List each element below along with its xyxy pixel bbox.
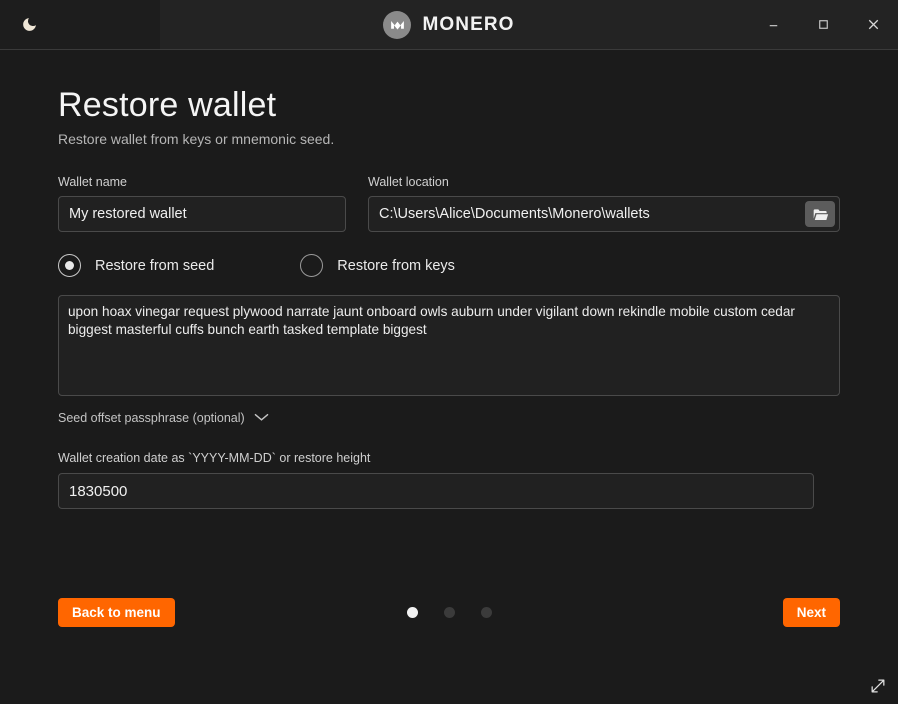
seed-phrase-textarea[interactable]: upon hoax vinegar request plywood narrat… [58,295,840,396]
radio-seed-mark [58,254,81,277]
monero-logo-icon [383,10,412,39]
wallet-name-label: Wallet name [58,175,128,189]
pager-dot-1[interactable] [406,607,418,618]
wallet-fields-row: Wallet name My restored wallet Wallet lo… [58,175,840,232]
close-icon[interactable] [848,0,898,49]
pager-dot-3[interactable] [480,607,492,618]
window-controls [748,0,898,49]
chevron-down-icon [254,409,269,427]
moon-icon[interactable] [14,10,44,40]
radio-seed-label: Restore from seed [95,257,215,274]
folder-open-icon[interactable] [805,201,835,227]
radio-keys-dot [307,261,316,270]
radio-seed-dot [65,261,74,270]
restore-wallet-page: Restore wallet Restore wallet from keys … [0,50,898,704]
seed-offset-passphrase-label: Seed offset passphrase (optional) [58,411,245,425]
title-bar: MONERO [0,0,898,50]
wizard-footer: Back to menu Next [58,598,840,627]
minimize-icon[interactable] [748,0,798,49]
wizard-pager [58,607,840,618]
radio-keys-mark [300,254,324,277]
title-bar-left-zone [0,0,160,49]
wallet-name-field: Wallet name My restored wallet [58,175,346,232]
seed-offset-passphrase-toggle[interactable]: Seed offset passphrase (optional) [58,409,269,427]
wallet-name-value: My restored wallet [69,206,187,222]
wallet-location-field: Wallet location C:\Users\Alice\Documents… [368,175,840,232]
wallet-location-label: Wallet location [368,175,449,189]
brand-name: MONERO [422,13,515,35]
radio-restore-from-keys[interactable]: Restore from keys [300,254,455,277]
radio-keys-label: Restore from keys [337,257,455,274]
wallet-name-input[interactable]: My restored wallet [58,196,346,232]
page-subtitle: Restore wallet from keys or mnemonic see… [58,131,335,147]
restore-mode-radio-group: Restore from seed Restore from keys [58,254,840,277]
wallet-location-value: C:\Users\Alice\Documents\Monero\wallets [379,206,650,222]
restore-height-input[interactable]: 1830500 [58,473,814,509]
resize-handle-icon[interactable] [868,676,888,696]
wallet-location-input[interactable]: C:\Users\Alice\Documents\Monero\wallets [368,196,840,232]
pager-dot-2[interactable] [443,607,455,618]
brand: MONERO [383,10,515,39]
monero-wallet-window: MONERO Restore wallet Restore wallet fro… [0,0,898,704]
radio-restore-from-seed[interactable]: Restore from seed [58,254,214,277]
back-to-menu-button[interactable]: Back to menu [58,598,175,627]
restore-height-field: Wallet creation date as `YYYY-MM-DD` or … [58,451,840,509]
maximize-icon[interactable] [798,0,848,49]
page-title: Restore wallet [58,86,277,124]
restore-height-label: Wallet creation date as `YYYY-MM-DD` or … [58,451,371,465]
next-button[interactable]: Next [782,598,840,627]
